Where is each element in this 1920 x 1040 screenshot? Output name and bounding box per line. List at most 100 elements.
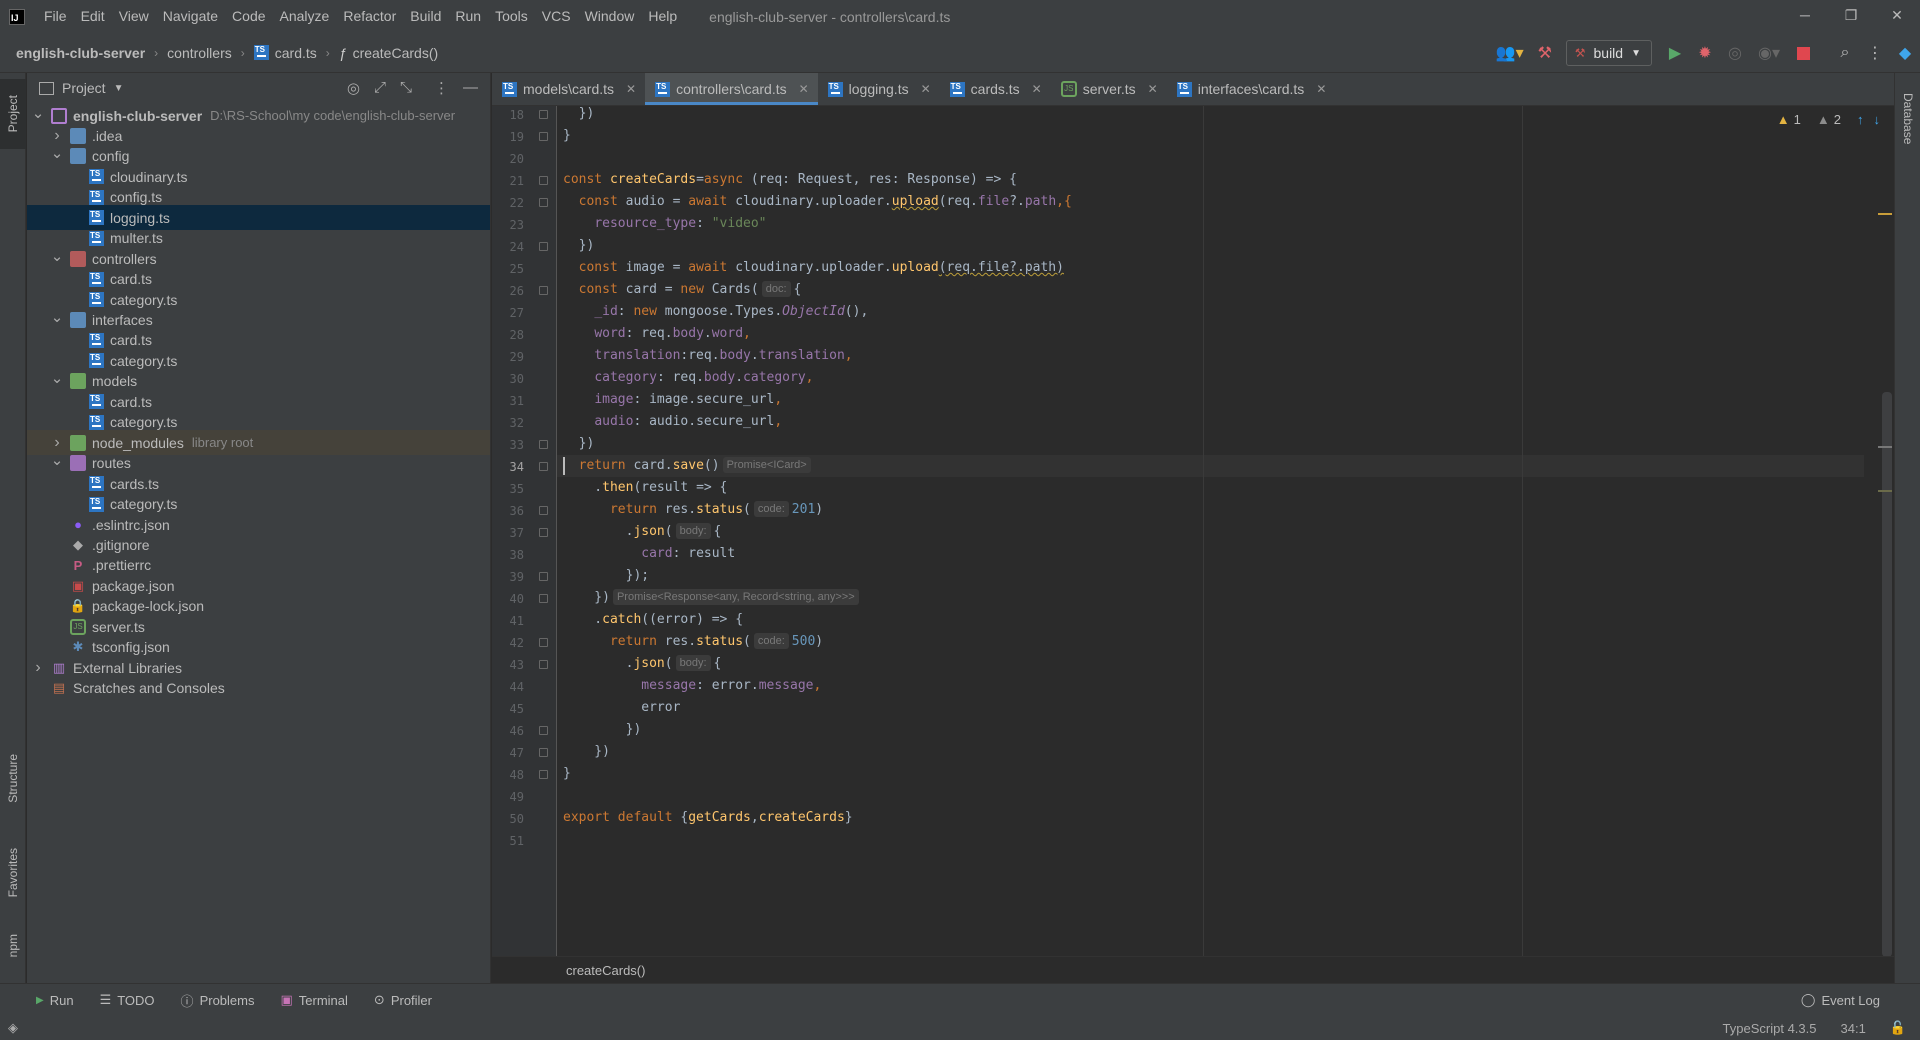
editor-tab-models-card-ts[interactable]: TS models\card.ts ✕	[492, 73, 645, 105]
menu-item-help[interactable]: Help	[641, 0, 684, 33]
menu-item-edit[interactable]: Edit	[74, 0, 112, 33]
breadcrumb-folder[interactable]: controllers	[167, 45, 232, 61]
chevron-down-icon[interactable]: ⌄	[31, 104, 45, 122]
menu-item-run[interactable]: Run	[448, 0, 488, 33]
options-icon[interactable]: ⋮	[434, 79, 449, 97]
fold-marker-icon[interactable]	[539, 132, 548, 141]
menu-item-tools[interactable]: Tools	[488, 0, 535, 33]
layers-icon[interactable]: ◈	[8, 1020, 18, 1036]
fold-marker-icon[interactable]	[539, 176, 548, 185]
npm-tool-tab[interactable]: npm	[0, 921, 26, 971]
database-tool-tab[interactable]: Database	[1895, 79, 1920, 159]
run-icon[interactable]: ▶	[1660, 38, 1690, 68]
fold-marker-icon[interactable]	[539, 726, 548, 735]
locate-target-icon[interactable]: ◎	[347, 79, 360, 97]
tree-item-scratches-and-consoles[interactable]: ▤ Scratches and Consoles	[27, 676, 490, 701]
editor-tab-logging-ts[interactable]: TS logging.ts ✕	[818, 73, 940, 105]
close-tab-icon[interactable]: ✕	[1148, 82, 1158, 96]
fold-marker-icon[interactable]	[539, 440, 548, 449]
event-log-button[interactable]: ◯ Event Log	[1801, 992, 1880, 1008]
weak-warning-marker[interactable]	[1878, 490, 1892, 492]
breadcrumb-project[interactable]: english-club-server	[16, 45, 145, 61]
editor-breadcrumb-function[interactable]: createCards()	[566, 963, 645, 978]
menu-item-analyze[interactable]: Analyze	[273, 0, 337, 33]
chevron-right-icon[interactable]: ›	[31, 659, 45, 677]
fold-marker-icon[interactable]	[539, 286, 548, 295]
expand-all-icon[interactable]: ⤢	[374, 79, 386, 97]
chevron-right-icon[interactable]: ›	[50, 127, 64, 145]
project-tool-tab[interactable]: Project	[0, 79, 26, 149]
fold-marker-icon[interactable]	[539, 770, 548, 779]
close-tab-icon[interactable]: ✕	[1316, 82, 1326, 96]
close-tab-icon[interactable]: ✕	[799, 82, 809, 96]
minimize-icon[interactable]: ─	[1782, 0, 1828, 30]
breadcrumb-function[interactable]: ƒ createCards()	[339, 45, 438, 61]
fold-marker-icon[interactable]	[539, 748, 548, 757]
menu-item-vcs[interactable]: VCS	[535, 0, 578, 33]
close-icon[interactable]: ✕	[1874, 0, 1920, 30]
fold-marker-icon[interactable]	[539, 506, 548, 515]
menu-item-refactor[interactable]: Refactor	[336, 0, 403, 33]
search-icon[interactable]: ⌕	[1830, 38, 1860, 68]
editor-tab-controllers-card-ts[interactable]: TS controllers\card.ts ✕	[645, 73, 818, 105]
close-tab-icon[interactable]: ✕	[1032, 82, 1042, 96]
code-area[interactable]: })} const createCards=async (req: Request…	[563, 106, 1864, 956]
coverage-icon[interactable]: ◎	[1720, 38, 1750, 68]
users-icon[interactable]: 👥▾	[1490, 38, 1530, 68]
menu-item-window[interactable]: Window	[578, 0, 642, 33]
profile-icon[interactable]: ◉▾	[1750, 38, 1788, 68]
close-tab-icon[interactable]: ✕	[626, 82, 636, 96]
fold-marker-icon[interactable]	[539, 594, 548, 603]
fold-marker-icon[interactable]	[539, 110, 548, 119]
chevron-down-icon[interactable]: ⌄	[50, 144, 64, 162]
restore-icon[interactable]: ❐	[1828, 0, 1874, 30]
menu-item-code[interactable]: Code	[225, 0, 272, 33]
problems-tool-button[interactable]: ⓘ Problems	[181, 991, 255, 1010]
stop-icon[interactable]	[1788, 38, 1818, 68]
chevron-right-icon[interactable]: ›	[50, 434, 64, 452]
previous-highlight-icon[interactable]: ↑	[1857, 112, 1864, 127]
menu-item-view[interactable]: View	[112, 0, 156, 33]
chevron-down-icon[interactable]: ⌄	[50, 247, 64, 265]
chevron-down-icon[interactable]: ⌄	[50, 451, 64, 469]
collapse-all-icon[interactable]: ⤡	[400, 79, 412, 97]
editor-tab-server-ts[interactable]: JS server.ts ✕	[1051, 73, 1167, 105]
menu-item-build[interactable]: Build	[403, 0, 448, 33]
terminal-tool-button[interactable]: ▣ Terminal	[280, 992, 347, 1008]
hide-icon[interactable]: —	[463, 79, 478, 97]
editor-tab-interfaces-card-ts[interactable]: TS interfaces\card.ts ✕	[1167, 73, 1336, 105]
hammer-build-icon[interactable]: ⚒	[1530, 38, 1560, 68]
inspection-widget[interactable]: ▲ 1 ▲ 2 ↑ ↓	[1777, 112, 1880, 127]
fold-marker-icon[interactable]	[539, 198, 548, 207]
debug-icon[interactable]: ✹	[1690, 38, 1720, 68]
error-stripe[interactable]	[1878, 106, 1894, 957]
profiler-tool-button[interactable]: ⊙ Profiler	[374, 992, 432, 1008]
vertical-scrollbar-thumb[interactable]	[1882, 392, 1892, 957]
fold-marker-icon[interactable]	[539, 638, 548, 647]
code-editor[interactable]: 18 19 20 21 22 23 24 25 26 27 28 29 30 31 32 33 34 35 36 37…	[492, 106, 1894, 957]
editor-tab-cards-ts[interactable]: TS cards.ts ✕	[940, 73, 1051, 105]
menu-item-navigate[interactable]: Navigate	[156, 0, 225, 33]
fold-marker-icon[interactable]	[539, 528, 548, 537]
favorites-tool-tab[interactable]: Favorites	[0, 833, 26, 913]
line-number-gutter[interactable]: 18 19 20 21 22 23 24 25 26 27 28 29 30 31 32 33 34 35 36 37…	[492, 106, 557, 956]
fold-marker-icon[interactable]	[539, 660, 548, 669]
chevron-down-icon[interactable]: ⌄	[50, 369, 64, 387]
run-tool-button[interactable]: ▶ Run	[36, 993, 74, 1008]
chevron-down-icon[interactable]: ▼	[114, 83, 124, 94]
read-only-lock-icon[interactable]: 🔓	[1890, 1020, 1906, 1036]
caret-position[interactable]: 34:1	[1841, 1021, 1866, 1036]
fold-marker-icon[interactable]	[539, 462, 548, 471]
menu-item-file[interactable]: File	[37, 0, 74, 33]
fold-marker-icon[interactable]	[539, 572, 548, 581]
breadcrumb-file[interactable]: TS card.ts	[253, 45, 317, 61]
code-with-me-icon[interactable]: ◆	[1890, 38, 1920, 68]
todo-tool-button[interactable]: ☰ TODO	[100, 992, 155, 1008]
language-service-widget[interactable]: TypeScript 4.3.5	[1723, 1021, 1817, 1036]
project-view-select[interactable]: Project	[62, 80, 106, 96]
more-options-icon[interactable]: ⋮	[1860, 38, 1890, 68]
fold-marker-icon[interactable]	[539, 242, 548, 251]
chevron-down-icon[interactable]: ⌄	[50, 308, 64, 326]
structure-tool-tab[interactable]: Structure	[0, 733, 26, 823]
warning-marker[interactable]	[1878, 213, 1892, 215]
